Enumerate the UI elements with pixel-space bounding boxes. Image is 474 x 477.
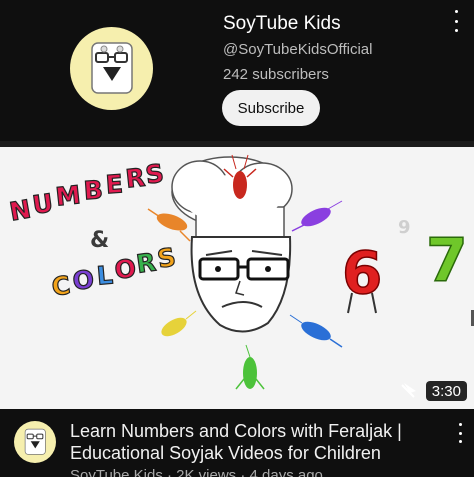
svg-text:M: M [54,180,82,211]
cockroach-yellow-icon [161,310,197,337]
thumbnail-colors-text: C O L O R S [49,242,178,303]
svg-text:R: R [124,163,146,194]
channel-name[interactable]: SoyTube Kids [223,13,341,35]
subscribe-button[interactable]: Subscribe [222,90,320,126]
thumbnail-numbers-text: N U M B E R S [7,158,166,227]
svg-text:E: E [105,169,124,199]
svg-text:S: S [144,158,166,189]
digit-six-character: 6 [341,238,383,314]
cockroach-green-icon [235,344,265,390]
svg-text:S: S [155,242,178,274]
feraljak-face-icon [190,236,292,333]
video-more-options-icon[interactable] [452,423,468,443]
svg-text:L: L [96,260,114,290]
channel-avatar[interactable] [70,27,153,110]
cockroach-purple-icon [291,200,343,232]
thumbnail-ampersand: & [90,228,109,253]
digit-seven-character: 7 [426,226,468,296]
duration-badge: 3:30 [425,381,467,401]
video-info: Learn Numbers and Colors with Feraljak |… [0,409,474,477]
soyjak-mascot-icon [91,42,133,94]
soyjak-mascot-icon [24,428,46,455]
svg-text:R: R [135,247,158,278]
svg-text:O: O [113,254,137,285]
thumbnail-letter: N [7,194,33,226]
svg-text:O: O [71,265,95,296]
video-meta: SoyTube Kids · 2K views · 4 days ago [70,467,323,477]
video-title[interactable]: Learn Numbers and Colors with Feraljak |… [70,420,430,464]
more-options-icon[interactable] [448,10,464,32]
cockroach-blue-icon [289,314,343,348]
video-thumbnail[interactable]: N U M B E R S & C O L O R S 6 9 7 3:30 [0,147,474,409]
digit-nine-faint: 9 [398,217,411,238]
svg-text:C: C [50,270,72,301]
svg-text:U: U [31,188,55,220]
svg-text:B: B [83,175,104,205]
channel-header: SoyTube Kids @SoyTubeKidsOfficial 242 su… [0,0,474,141]
muted-indicator-icon [401,383,416,398]
svg-text:6: 6 [342,239,382,307]
video-channel-avatar[interactable] [14,421,56,463]
thumbnail-artwork: N U M B E R S & C O L O R S 6 9 7 [7,154,469,398]
channel-handle: @SoyTubeKidsOfficial [223,41,373,58]
subscriber-count: 242 subscribers [223,66,329,83]
chef-hat-icon [171,156,293,238]
